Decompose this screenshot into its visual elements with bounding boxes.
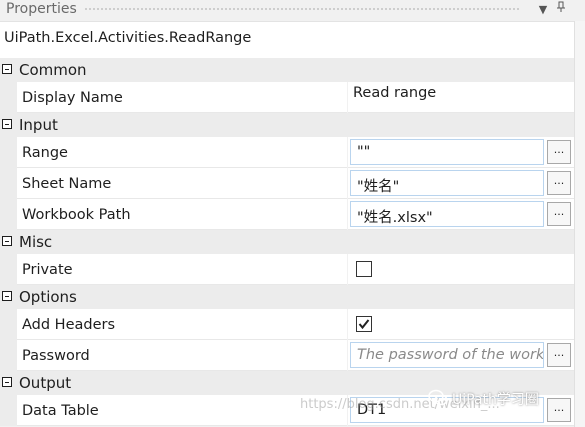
property-row-add-headers: Add Headers (0, 309, 574, 340)
password-expression-button[interactable]: ... (547, 343, 571, 367)
category-label: Common (19, 61, 87, 79)
collapse-icon[interactable] (2, 291, 12, 301)
property-label: Range (22, 145, 68, 161)
property-label: Sheet Name (22, 176, 112, 192)
category-options[interactable]: Options (0, 285, 574, 309)
property-row-private: Private (0, 254, 574, 285)
property-label: Display Name (22, 90, 123, 106)
category-misc[interactable]: Misc (0, 230, 574, 254)
category-label: Options (19, 288, 77, 306)
collapse-icon[interactable] (2, 377, 12, 387)
private-checkbox[interactable] (356, 261, 372, 277)
vertical-scrollbar[interactable] (574, 21, 585, 427)
watermark-brand: UiPath学习圈 (452, 392, 539, 408)
category-input[interactable]: Input (0, 113, 574, 137)
display-name-field[interactable]: Read range (353, 85, 436, 101)
workbook-path-expression-button[interactable]: ... (547, 202, 571, 226)
range-expression-button[interactable]: ... (547, 140, 571, 164)
property-row-range: Range "" ... (0, 137, 574, 168)
pin-icon[interactable] (553, 0, 569, 21)
dropdown-arrow-icon[interactable]: ▼ (535, 0, 551, 21)
category-label: Input (19, 116, 58, 134)
workbook-path-input[interactable]: "姓名.xlsx" (350, 201, 544, 227)
property-label: Password (22, 348, 90, 364)
property-row-workbook-path: Workbook Path "姓名.xlsx" ... (0, 199, 574, 230)
panel-titlebar: Properties ▼ (0, 0, 585, 21)
sheet-name-expression-button[interactable]: ... (547, 171, 571, 195)
property-row-display-name: Display Name Read range (0, 82, 574, 113)
data-table-expression-button[interactable]: ... (547, 398, 571, 422)
property-label: Private (22, 262, 73, 278)
drag-grip[interactable] (84, 7, 520, 12)
sheet-name-input[interactable]: "姓名" (350, 170, 544, 196)
property-row-sheet-name: Sheet Name "姓名" ... (0, 168, 574, 199)
activity-type-name: UiPath.Excel.Activities.ReadRange (4, 30, 252, 46)
properties-panel: Properties ▼ UiPath.Excel.Activities.Rea… (0, 0, 585, 427)
category-label: Misc (19, 233, 53, 251)
property-label: Add Headers (22, 317, 116, 333)
collapse-icon[interactable] (2, 236, 12, 246)
collapse-icon[interactable] (2, 64, 12, 74)
checkmark-icon (358, 319, 370, 330)
panel-title: Properties (6, 1, 77, 17)
category-label: Output (19, 374, 72, 392)
password-input[interactable]: The password of the workbook (350, 342, 544, 368)
activity-type-header: UiPath.Excel.Activities.ReadRange (0, 21, 574, 59)
property-label: Workbook Path (22, 207, 131, 223)
wechat-logo-icon (428, 389, 448, 406)
add-headers-checkbox[interactable] (356, 316, 372, 332)
collapse-icon[interactable] (2, 119, 12, 129)
property-label: Data Table (22, 403, 99, 419)
range-input[interactable]: "" (350, 139, 544, 165)
category-common[interactable]: Common (0, 58, 574, 82)
property-grid: Common Display Name Read range Input Ran… (0, 58, 574, 426)
property-row-password: Password The password of the workbook ..… (0, 340, 574, 371)
